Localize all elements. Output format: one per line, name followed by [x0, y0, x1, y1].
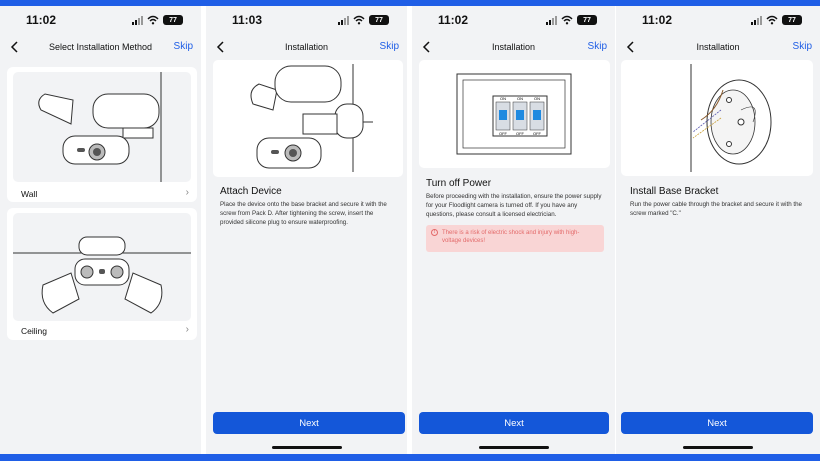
back-arrow-icon[interactable] — [214, 39, 228, 55]
nav-bar: Installation Skip — [206, 37, 407, 57]
status-time: 11:03 — [232, 13, 263, 27]
skip-button[interactable]: Skip — [174, 41, 193, 52]
nav-bar: Installation Skip — [616, 37, 820, 57]
page-title: Installation — [491, 42, 536, 52]
svg-text:ON: ON — [534, 96, 540, 101]
battery-icon: 77 — [577, 15, 597, 25]
page-title: Installation — [284, 42, 329, 52]
step-description: Before proceeding with the installation,… — [426, 193, 602, 218]
step-heading: Attach Device — [220, 186, 282, 197]
battery-icon: 77 — [369, 15, 389, 25]
option-wall-card[interactable]: Wall › — [7, 67, 197, 202]
wifi-icon — [561, 15, 573, 25]
cellular-signal-icon — [751, 15, 762, 25]
skip-button[interactable]: Skip — [380, 41, 399, 52]
next-button[interactable]: Next — [213, 412, 405, 434]
nav-bar: Installation Skip — [412, 37, 615, 57]
bottom-frame-bar — [0, 454, 820, 461]
next-button[interactable]: Next — [621, 412, 813, 434]
home-indicator — [271, 446, 342, 449]
back-arrow-icon[interactable] — [420, 39, 434, 55]
status-bar: 11:02 77 — [0, 6, 201, 34]
status-bar: 11:03 77 — [206, 6, 407, 34]
svg-text:ON: ON — [517, 96, 523, 101]
svg-text:OFF: OFF — [533, 131, 542, 136]
wifi-icon — [147, 15, 159, 25]
option-ceiling-card[interactable]: Ceiling › — [7, 208, 197, 340]
warning-banner: ! There is a risk of electric shock and … — [426, 225, 604, 252]
step-heading: Install Base Bracket — [630, 186, 719, 197]
option-label-wall: Wall — [21, 189, 38, 199]
battery-icon: 77 — [782, 15, 802, 25]
option-label-ceiling: Ceiling — [21, 326, 47, 336]
breaker-switch: ON OFF — [512, 96, 528, 136]
breaker-switch: ON OFF — [529, 96, 545, 136]
home-indicator — [478, 446, 549, 449]
step-description: Run the power cable through the bracket … — [630, 201, 802, 217]
screen-install-base-bracket: 11:02 77 Installation Skip Install Base … — [616, 6, 820, 454]
status-time: 11:02 — [438, 13, 469, 27]
step-description: Place the device onto the base bracket a… — [220, 201, 387, 226]
page-title: Installation — [696, 42, 740, 52]
nav-bar: Select Installation Method Skip — [0, 37, 201, 57]
chevron-right-icon: › — [185, 187, 189, 198]
svg-text:OFF: OFF — [516, 131, 525, 136]
screen-select-method: 11:02 77 Select Installation Method Skip… — [0, 6, 201, 454]
page-title: Select Installation Method — [48, 42, 153, 52]
back-arrow-icon[interactable] — [624, 39, 638, 55]
status-time: 11:02 — [642, 13, 673, 27]
battery-icon: 77 — [163, 15, 183, 25]
wifi-icon — [353, 15, 365, 25]
chevron-right-icon: › — [185, 324, 189, 335]
attach-device-illustration — [213, 60, 403, 177]
screen-attach-device: 11:03 77 Installation Skip Attach Device… — [206, 6, 407, 454]
next-button[interactable]: Next — [419, 412, 609, 434]
status-bar: 11:02 77 — [412, 6, 615, 34]
skip-button[interactable]: Skip — [588, 41, 607, 52]
screen-turn-off-power: 11:02 77 Installation Skip ON OFF ON OFF… — [412, 6, 615, 454]
status-time: 11:02 — [26, 13, 57, 27]
status-bar: 11:02 77 — [616, 6, 820, 34]
skip-button[interactable]: Skip — [793, 41, 812, 52]
breaker-panel-illustration: ON OFF ON OFF ON OFF — [419, 60, 610, 168]
warning-info-icon: ! — [431, 229, 438, 236]
ceiling-mount-illustration — [13, 213, 191, 321]
step-heading: Turn off Power — [426, 178, 492, 189]
home-indicator — [683, 446, 753, 449]
wifi-icon — [766, 15, 778, 25]
warning-text: There is a risk of electric shock and in… — [442, 230, 580, 244]
cellular-signal-icon — [546, 15, 557, 25]
svg-text:ON: ON — [500, 96, 506, 101]
wall-mount-illustration — [13, 72, 191, 182]
breaker-switch: ON OFF — [495, 96, 511, 136]
cellular-signal-icon — [338, 15, 349, 25]
cellular-signal-icon — [132, 15, 143, 25]
base-bracket-illustration — [621, 60, 813, 176]
svg-text:OFF: OFF — [499, 131, 508, 136]
back-arrow-icon[interactable] — [8, 39, 22, 55]
